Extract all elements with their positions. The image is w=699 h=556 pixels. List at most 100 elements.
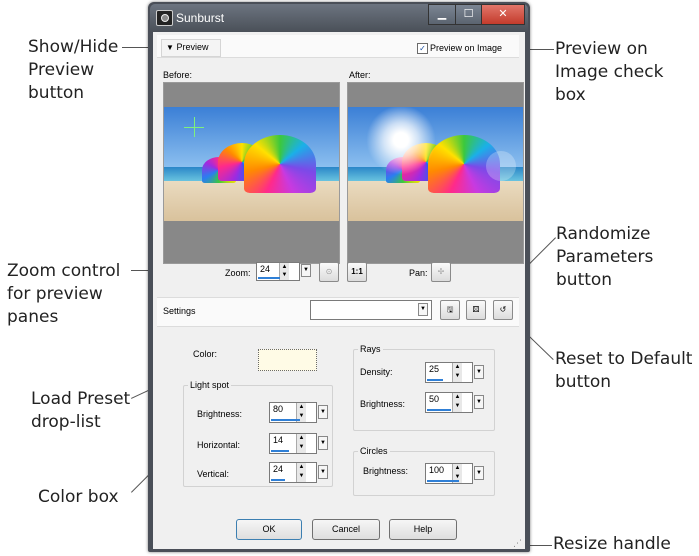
callout-leader	[528, 49, 554, 50]
callout-line-text: Zoom control	[7, 261, 121, 281]
cancel-button[interactable]: Cancel	[312, 519, 380, 540]
vertical-value: 24	[273, 464, 284, 474]
callout-line-text: Preview on	[555, 39, 648, 59]
zoom-fit-icon[interactable]: ⊙	[319, 262, 339, 282]
density-label: Density:	[360, 367, 393, 377]
callout-line-text: Preview	[28, 60, 95, 80]
resize-grip-icon[interactable]: ⋰	[513, 538, 523, 548]
vertical-spinner[interactable]: ▲ ▼	[296, 463, 306, 482]
title-bar[interactable]: Sunburst ▁ ☐ ✕	[150, 4, 528, 32]
help-label: Help	[413, 524, 433, 534]
window-title: Sunburst	[176, 11, 225, 25]
circles-brightness-dropdown[interactable]: ▼	[474, 466, 484, 480]
preset-dropdown-arrow[interactable]: ▼	[418, 303, 428, 316]
ok-label: OK	[262, 524, 276, 534]
callout-line-text: Reset to Default	[555, 349, 693, 369]
minimize-icon[interactable]: ▁	[428, 4, 456, 25]
horizontal-field[interactable]: 14 ▲ ▼	[269, 433, 317, 454]
rays-brightness-dropdown[interactable]: ▼	[474, 395, 484, 409]
preview-on-image-checkbox[interactable]: ✓	[417, 43, 428, 54]
before-label: Before:	[163, 70, 193, 80]
color-label: Color:	[193, 349, 218, 359]
rays-brightness-label: Brightness:	[360, 399, 406, 409]
triangle-down-icon: ▼	[166, 43, 174, 52]
callout-line-text: panes	[7, 307, 59, 327]
zoom-one-to-one-label: 1:1	[351, 267, 363, 276]
dialog-client: ▼ Preview ✓ Preview on Image Before: Aft…	[153, 32, 525, 549]
vertical-fill	[271, 479, 285, 481]
crosshair-v	[194, 117, 195, 137]
close-icon[interactable]: ✕	[481, 4, 525, 25]
after-preview-pane[interactable]	[347, 82, 524, 264]
callout-line-text: Show/Hide	[28, 37, 119, 57]
horizontal-dropdown[interactable]: ▼	[318, 436, 328, 450]
callout-line-text: Parameters	[556, 247, 654, 267]
circles-brightness-label: Brightness:	[363, 466, 409, 476]
callout-show-hide: Show/Hide Preview button	[28, 36, 118, 105]
density-dropdown[interactable]: ▼	[474, 365, 484, 379]
rays-title: Rays	[358, 344, 383, 354]
density-spinner[interactable]: ▲ ▼	[452, 363, 462, 382]
preview-on-image-label: Preview on Image	[430, 43, 503, 53]
after-label: After:	[349, 70, 371, 80]
rays-group	[353, 349, 495, 431]
cancel-label: Cancel	[331, 524, 360, 534]
circles-brightness-value: 100	[429, 465, 445, 475]
zoom-value: 24	[260, 264, 271, 274]
zoom-spinner[interactable]: ▲ ▼	[279, 263, 289, 280]
zoom-dropdown[interactable]: ▼	[301, 264, 311, 277]
rays-brightness-field[interactable]: 50 ▲ ▼	[425, 392, 473, 413]
rays-brightness-fill	[427, 409, 451, 411]
zoom-slider-fill	[258, 277, 280, 279]
maximize-icon[interactable]: ☐	[455, 4, 482, 25]
preview-toggle-button[interactable]: ▼ Preview	[161, 39, 221, 57]
callout-line-text: button	[555, 372, 612, 392]
density-field[interactable]: 25 ▲ ▼	[425, 362, 473, 383]
camera-icon	[156, 10, 173, 26]
lens-circle	[486, 151, 516, 181]
callout-color-box: Color box	[38, 486, 119, 509]
callout-line-text: button	[556, 270, 613, 290]
light-brightness-dropdown[interactable]: ▼	[318, 405, 328, 419]
callout-line-text: for preview	[7, 284, 103, 304]
horizontal-value: 14	[273, 435, 284, 445]
rays-brightness-spinner[interactable]: ▲ ▼	[452, 393, 462, 412]
callout-line-text: button	[28, 83, 85, 103]
rays-brightness-value: 50	[429, 394, 440, 404]
callout-reset: Reset to Default button	[555, 348, 692, 394]
vertical-dropdown[interactable]: ▼	[318, 465, 328, 479]
checkmark-icon: ✓	[419, 44, 426, 53]
beach-image	[164, 107, 339, 221]
callout-resize: Resize handle	[553, 533, 671, 556]
light-spot-title: Light spot	[188, 380, 232, 390]
zoom-field[interactable]: 24 ▲ ▼	[256, 262, 300, 281]
reset-icon[interactable]: ↺	[493, 300, 513, 320]
light-brightness-value: 80	[273, 404, 284, 414]
pan-icon[interactable]: ✢	[431, 262, 451, 282]
vertical-field[interactable]: 24 ▲ ▼	[269, 462, 317, 483]
ok-button[interactable]: OK	[236, 519, 302, 540]
zoom-label: Zoom:	[225, 268, 251, 278]
before-preview-pane[interactable]	[163, 82, 340, 264]
sunburst-glow	[366, 107, 436, 175]
settings-label: Settings	[163, 306, 196, 316]
circles-brightness-field[interactable]: 100 ▲ ▼	[425, 463, 473, 484]
horizontal-spinner[interactable]: ▲ ▼	[296, 434, 306, 453]
randomize-dice-icon[interactable]: ⚄	[466, 300, 486, 320]
density-fill	[427, 379, 443, 381]
save-preset-icon[interactable]: 🖫	[440, 300, 460, 320]
light-brightness-field[interactable]: 80 ▲ ▼	[269, 402, 317, 423]
horizontal-fill	[271, 450, 289, 452]
callout-randomize: Randomize Parameters button	[556, 223, 653, 292]
callout-line-text: Resize handle	[553, 534, 671, 554]
pan-label: Pan:	[409, 268, 428, 278]
callout-line-text: Image check	[555, 62, 664, 82]
zoom-one-to-one-button[interactable]: 1:1	[347, 262, 367, 282]
light-brightness-label: Brightness:	[197, 409, 243, 419]
color-box[interactable]	[258, 349, 317, 371]
help-button[interactable]: Help	[389, 519, 457, 540]
callout-line-text: Load Preset	[31, 389, 131, 409]
callout-line-text: Randomize	[556, 224, 651, 244]
load-preset-droplist[interactable]	[310, 300, 432, 320]
vertical-label: Vertical:	[197, 469, 230, 479]
